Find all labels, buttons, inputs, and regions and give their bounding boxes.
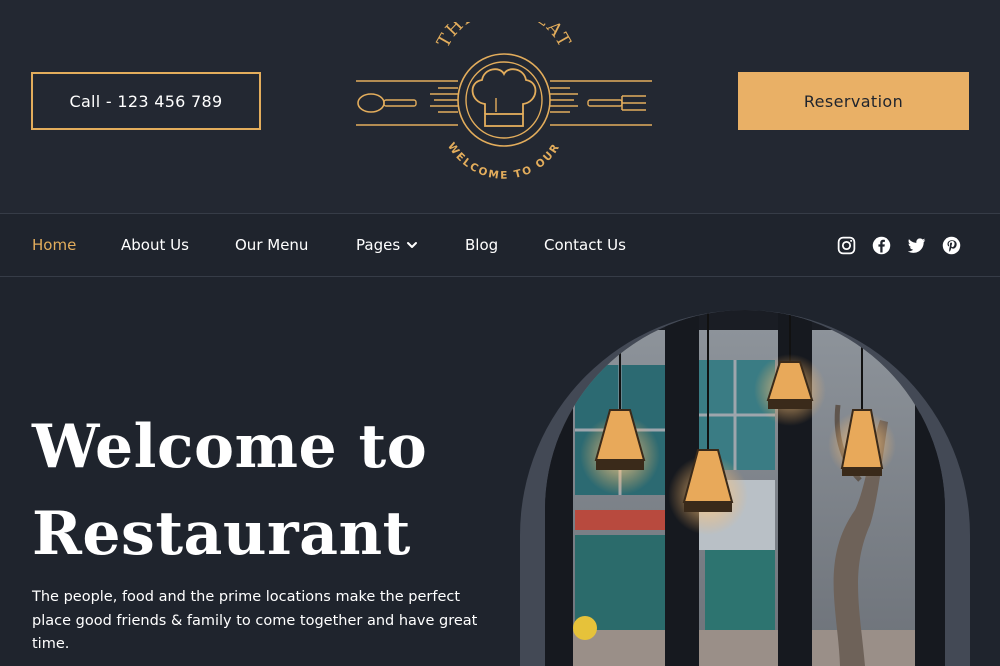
hero-image <box>520 310 970 666</box>
nav-item-home[interactable]: Home <box>32 214 76 276</box>
nav-item-pages[interactable]: Pages <box>356 214 418 276</box>
nav-item-blog[interactable]: Blog <box>465 214 498 276</box>
header-top: Call - 123 456 789 THE TASTEAT WELCOME T… <box>0 0 1000 213</box>
nav-item-label: Contact Us <box>544 236 626 254</box>
site-logo[interactable]: THE TASTEAT WELCOME TO OUR <box>354 22 654 182</box>
nav-item-label: Blog <box>465 236 499 254</box>
nav-item-label: Home <box>32 236 77 254</box>
reservation-button[interactable]: Reservation <box>738 72 969 130</box>
restaurant-photo <box>520 310 970 666</box>
hero-title-line-1: Welcome to <box>32 412 428 482</box>
hero-title-line-2: Restaurant <box>32 499 411 569</box>
instagram-icon[interactable] <box>836 235 857 256</box>
call-button-label: Call - 123 456 789 <box>69 91 223 111</box>
main-nav: Home About Us Our Menu Pages Blog Contac… <box>0 213 1000 277</box>
nav-item-about-us[interactable]: About Us <box>121 214 189 276</box>
twitter-icon[interactable] <box>906 235 927 256</box>
social-links <box>836 214 962 276</box>
pinterest-icon[interactable] <box>941 235 962 256</box>
call-button[interactable]: Call - 123 456 789 <box>31 72 261 130</box>
nav-item-contact-us[interactable]: Contact Us <box>544 214 626 276</box>
hero-title: Welcome to Restaurant <box>32 404 492 578</box>
chevron-down-icon <box>406 239 418 251</box>
nav-item-label: Our Menu <box>235 236 309 254</box>
nav-item-label: Pages <box>356 236 401 254</box>
reservation-button-label: Reservation <box>803 91 904 111</box>
hero-description: The people, food and the prime locations… <box>32 589 478 652</box>
logo-graphic: THE TASTEAT WELCOME TO OUR <box>356 22 652 182</box>
logo-arc-text: THE TASTEAT <box>433 22 575 51</box>
facebook-icon[interactable] <box>871 235 892 256</box>
nav-item-our-menu[interactable]: Our Menu <box>235 214 308 276</box>
nav-item-label: About Us <box>121 236 189 254</box>
